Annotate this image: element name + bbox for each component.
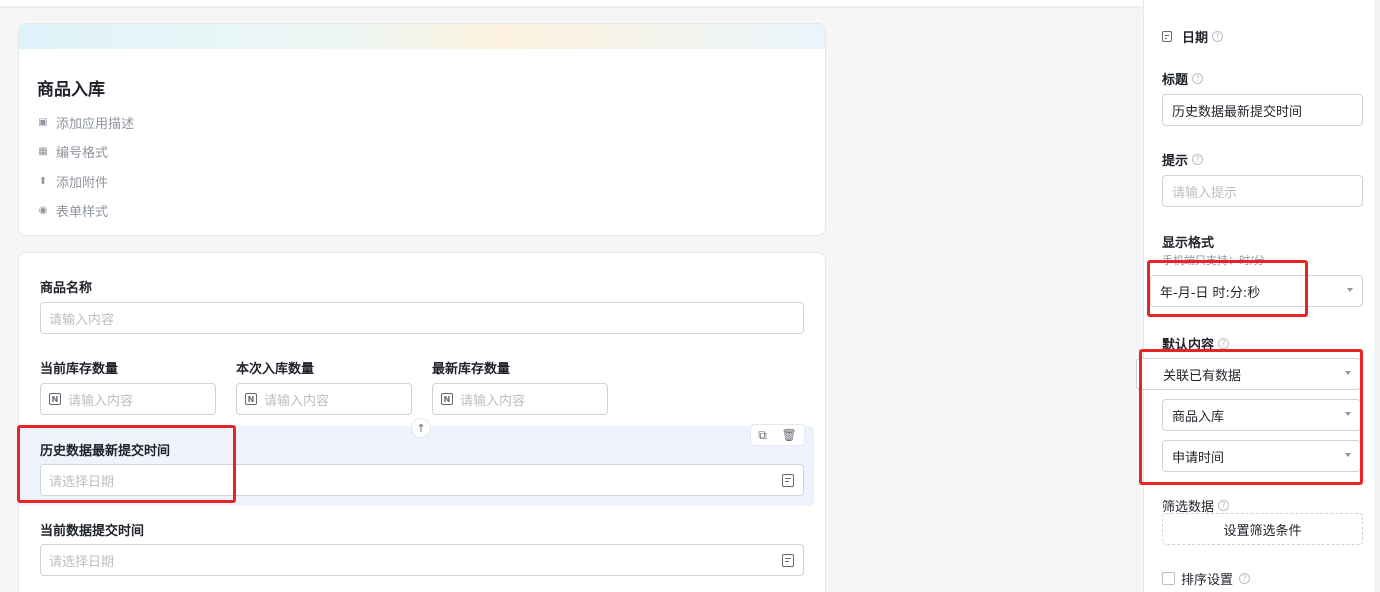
default-content-section: 默认内容 ?	[1162, 334, 1230, 353]
field-type-header: 日期 ?	[1162, 27, 1224, 46]
help-icon[interactable]: ?	[1239, 573, 1251, 584]
arrow-up-icon[interactable]: ↑	[411, 418, 431, 438]
panel-scrollbar[interactable]	[1374, 0, 1380, 592]
hint-section: 提示 ?	[1162, 150, 1204, 169]
upload-icon: ⬆	[38, 176, 48, 187]
help-icon[interactable]: ?	[1212, 31, 1224, 42]
default-source-value: 关联已有数据	[1163, 368, 1242, 384]
chevron-down-icon	[1345, 371, 1351, 375]
display-format-select[interactable]: 年-月-日 时:分:秒	[1150, 275, 1363, 307]
sort-setting-checkbox[interactable]	[1162, 572, 1175, 585]
history-submit-time-label: 历史数据最新提交时间	[40, 444, 171, 459]
help-icon[interactable]: ?	[1192, 73, 1204, 84]
add-description-label: 添加应用描述	[56, 117, 135, 132]
current-submit-time-label: 当前数据提交时间	[40, 524, 145, 539]
current-stock-input[interactable]: N 请输入内容	[40, 383, 216, 415]
display-format-label: 显示格式	[1162, 236, 1215, 251]
chevron-down-icon	[1347, 288, 1353, 292]
hint-input[interactable]: 请输入提示	[1162, 175, 1363, 207]
app-header-card: 商品入库 ▣ 添加应用描述 ▦ 编号格式 ⬆ 添加附件 ◉ 表单样式	[18, 23, 826, 236]
title-input[interactable]: 历史数据最新提交时间	[1162, 94, 1363, 126]
sort-setting-row[interactable]: 排序设置 ?	[1162, 569, 1251, 588]
set-filter-button[interactable]: 设置筛选条件	[1162, 513, 1363, 545]
product-name-placeholder: 请输入内容	[49, 312, 115, 328]
current-submit-time-placeholder: 请选择日期	[49, 554, 115, 570]
sort-setting-label: 排序设置	[1181, 573, 1234, 588]
current-stock-placeholder: 请输入内容	[68, 393, 134, 409]
title-value: 历史数据最新提交时间	[1172, 104, 1303, 120]
add-attachment-link[interactable]: ⬆ 添加附件	[37, 172, 108, 191]
calendar-icon	[1162, 31, 1172, 42]
latest-stock-label: 最新库存数量	[432, 362, 511, 377]
trash-icon[interactable]: 🗑	[781, 428, 796, 442]
add-description-link[interactable]: ▣ 添加应用描述	[37, 113, 134, 132]
default-field-value: 申请时间	[1172, 450, 1225, 466]
field-properties-panel: 日期 ? 标题 ? 历史数据最新提交时间 提示 ? 请输入提示 显示格式 手机端…	[1136, 0, 1380, 592]
number-icon: ▦	[38, 146, 48, 157]
number-field-icon: N	[441, 393, 453, 405]
calendar-icon	[782, 554, 794, 567]
top-bar	[0, 0, 1143, 6]
this-inbound-placeholder: 请输入内容	[264, 393, 330, 409]
default-content-label: 默认内容	[1162, 338, 1215, 353]
comment-icon: ▣	[38, 117, 48, 128]
help-icon[interactable]: ?	[1218, 338, 1230, 349]
history-submit-time-input[interactable]: 请选择日期	[40, 464, 804, 496]
help-icon[interactable]: ?	[1218, 500, 1230, 511]
field-toolbar: ⧉ 🗑	[750, 424, 805, 446]
current-stock-label: 当前库存数量	[40, 362, 119, 377]
add-attachment-label: 添加附件	[56, 176, 109, 191]
header-banner	[19, 24, 825, 49]
calendar-icon	[782, 474, 794, 487]
chevron-down-icon	[1345, 453, 1351, 457]
latest-stock-placeholder: 请输入内容	[460, 393, 526, 409]
default-form-select[interactable]: 商品入库	[1162, 399, 1361, 431]
chevron-down-icon	[1345, 412, 1351, 416]
number-field-icon: N	[245, 393, 257, 405]
title-label: 标题	[1162, 73, 1189, 88]
form-style-link[interactable]: ◉ 表单样式	[37, 201, 108, 220]
number-field-icon: N	[49, 393, 61, 405]
default-source-select[interactable]: 关联已有数据	[1136, 358, 1361, 390]
number-format-link[interactable]: ▦ 编号格式	[37, 142, 108, 161]
palette-icon: ◉	[38, 205, 48, 216]
this-inbound-input[interactable]: N 请输入内容	[236, 383, 412, 415]
this-inbound-label: 本次入库数量	[236, 362, 315, 377]
form-style-label: 表单样式	[56, 205, 109, 220]
latest-stock-input[interactable]: N 请输入内容	[432, 383, 608, 415]
product-name-input[interactable]: 请输入内容	[40, 302, 804, 334]
number-format-label: 编号格式	[56, 146, 109, 161]
display-format-value: 年-月-日 时:分:秒	[1160, 285, 1261, 301]
default-field-select[interactable]: 申请时间	[1162, 440, 1361, 472]
copy-icon[interactable]: ⧉	[758, 428, 767, 443]
current-submit-time-input[interactable]: 请选择日期	[40, 544, 804, 576]
hint-label: 提示	[1162, 154, 1189, 169]
display-format-hint: 手机端只支持：时/分	[1162, 254, 1265, 267]
field-type-label: 日期	[1182, 31, 1209, 46]
history-submit-time-placeholder: 请选择日期	[49, 474, 115, 490]
help-icon[interactable]: ?	[1192, 154, 1204, 165]
title-section: 标题 ?	[1162, 69, 1204, 88]
default-form-value: 商品入库	[1172, 409, 1225, 425]
app-title: 商品入库	[37, 80, 105, 100]
hint-placeholder: 请输入提示	[1172, 185, 1238, 201]
product-name-label: 商品名称	[40, 281, 93, 296]
